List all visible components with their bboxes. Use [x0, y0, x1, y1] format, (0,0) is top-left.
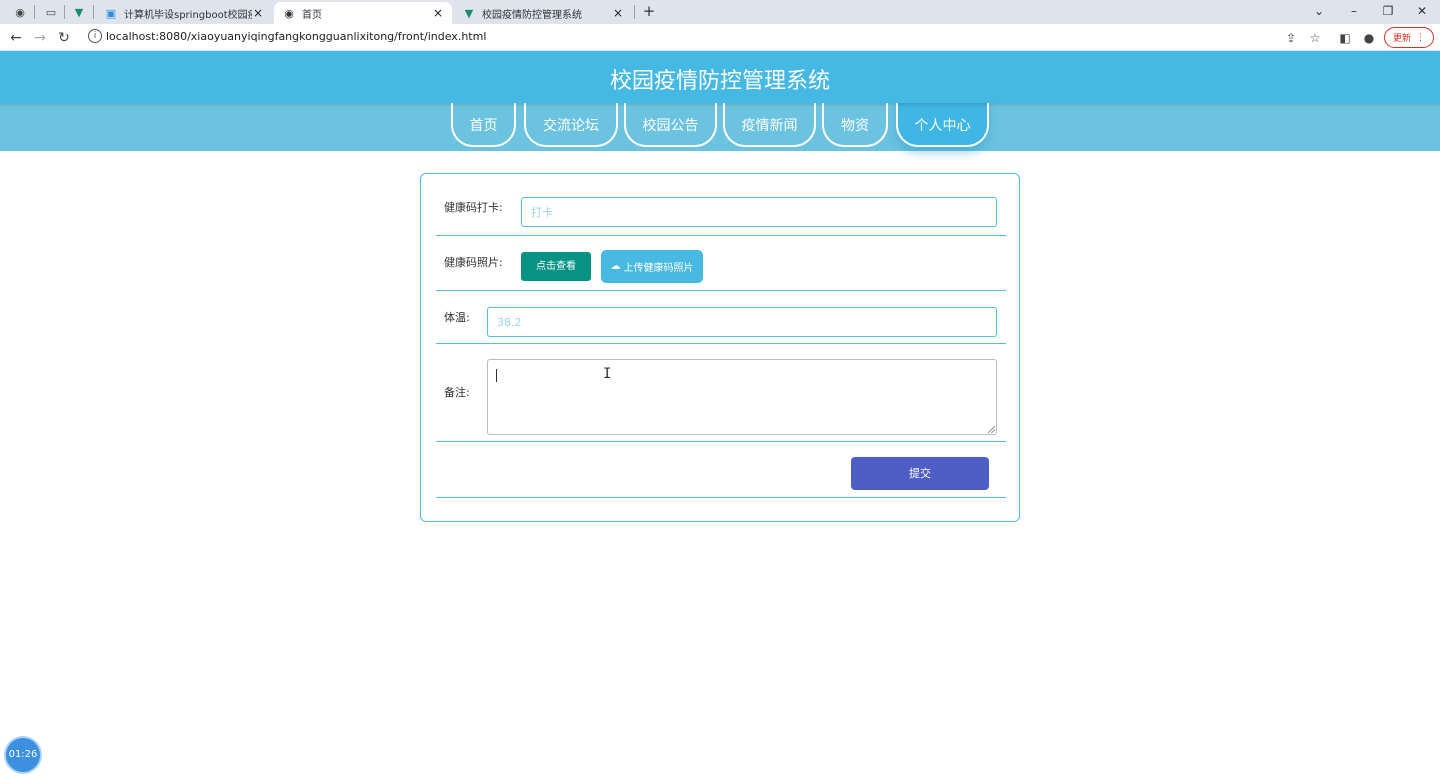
upload-label: 上传健康码照片	[623, 263, 694, 274]
divider	[436, 235, 1006, 236]
nav-item-notice[interactable]: 校园公告	[624, 99, 717, 147]
reload-icon[interactable]: ↻	[54, 28, 74, 48]
vue-logo-icon[interactable]: ▼	[66, 3, 92, 21]
forward-icon[interactable]: →	[30, 28, 50, 48]
recording-timer[interactable]: 01:26	[6, 738, 40, 772]
upload-photo-button[interactable]: ☁ 上传健康码照片	[601, 250, 703, 283]
checkin-label: 健康码打卡:	[444, 201, 503, 214]
divider	[436, 290, 1006, 291]
more-menu-icon: ⋮	[1416, 32, 1425, 43]
checkin-input[interactable]	[521, 197, 997, 227]
tv-icon: ▣	[105, 6, 117, 20]
side-panel-icon[interactable]: ◧	[1336, 29, 1354, 47]
cloud-upload-icon: ☁	[610, 261, 621, 272]
bookmark-star-icon[interactable]: ☆	[1306, 29, 1324, 47]
close-icon[interactable]: ×	[252, 6, 264, 20]
temperature-input[interactable]	[487, 307, 997, 337]
divider	[436, 441, 1006, 442]
nav-item-home[interactable]: 首页	[451, 99, 516, 147]
close-icon[interactable]: ×	[612, 6, 624, 20]
photo-label: 健康码照片:	[444, 256, 503, 269]
tab-bilibili[interactable]: ▣ 计算机毕设springboot校园疫情 ×	[96, 2, 272, 24]
blank-tab-icon[interactable]: ▭	[38, 3, 64, 21]
close-icon[interactable]: ×	[432, 6, 444, 20]
site-header: 校园疫情防控管理系统	[0, 51, 1440, 103]
resize-grip-icon[interactable]	[988, 426, 995, 433]
health-checkin-form: 健康码打卡: 健康码照片: 点击查看 ☁ 上传健康码照片 体温: 备注: 提交	[420, 173, 1020, 522]
back-icon[interactable]: ←	[6, 28, 26, 48]
update-button[interactable]: 更新 ⋮	[1384, 27, 1434, 48]
address-bar: ← → ↻ i localhost:8080/xiaoyuanyiqingfan…	[0, 24, 1440, 51]
temperature-label: 体温:	[444, 311, 470, 324]
tab-separator	[634, 5, 635, 19]
close-window-icon[interactable]: ✕	[1412, 2, 1432, 20]
share-icon[interactable]: ⇪	[1282, 29, 1300, 47]
main-nav: 首页 交流论坛 校园公告 疫情新闻 物资 个人中心	[0, 99, 1440, 151]
new-tab-button[interactable]: +	[640, 2, 658, 20]
text-cursor-icon: I	[603, 366, 612, 382]
info-icon[interactable]: i	[88, 29, 102, 43]
tab-title: 计算机毕设springboot校园疫情	[124, 9, 252, 21]
divider	[436, 343, 1006, 344]
remark-label: 备注:	[444, 386, 470, 399]
nav-item-profile[interactable]: 个人中心	[896, 99, 989, 147]
tab-separator	[93, 5, 94, 19]
restore-icon[interactable]: ❐	[1378, 2, 1398, 20]
divider	[436, 497, 1006, 498]
minimize-icon[interactable]: –	[1344, 2, 1364, 20]
nav-item-news[interactable]: 疫情新闻	[723, 99, 816, 147]
vue-logo-icon: ▼	[464, 6, 474, 20]
update-label: 更新	[1392, 34, 1411, 44]
remark-textarea[interactable]	[487, 359, 997, 435]
submit-button[interactable]: 提交	[851, 457, 989, 490]
tab-home[interactable]: ◉ 首页 ×	[274, 2, 452, 24]
tab-title: 首页	[302, 9, 322, 21]
text-caret	[496, 369, 497, 382]
nav-item-supplies[interactable]: 物资	[822, 99, 888, 147]
tab-title: 校园疫情防控管理系统	[482, 9, 582, 21]
site-title: 校园疫情防控管理系统	[609, 69, 830, 94]
view-photo-button[interactable]: 点击查看	[521, 252, 591, 281]
globe-icon[interactable]: ◉	[7, 3, 33, 21]
url-field[interactable]: localhost:8080/xiaoyuanyiqingfangkonggua…	[106, 30, 486, 43]
profile-icon[interactable]: ●	[1360, 29, 1378, 47]
tab-separator	[64, 5, 65, 19]
globe-icon: ◉	[284, 6, 294, 20]
chevron-down-icon[interactable]: ⌄	[1309, 2, 1329, 20]
tab-system[interactable]: ▼ 校园疫情防控管理系统 ×	[454, 2, 632, 24]
browser-tabstrip: ◉ ▭ ▼ ▣ 计算机毕设springboot校园疫情 × ◉ 首页 × ▼ 校…	[0, 0, 1440, 24]
tab-separator	[34, 5, 35, 19]
nav-item-forum[interactable]: 交流论坛	[524, 99, 618, 147]
